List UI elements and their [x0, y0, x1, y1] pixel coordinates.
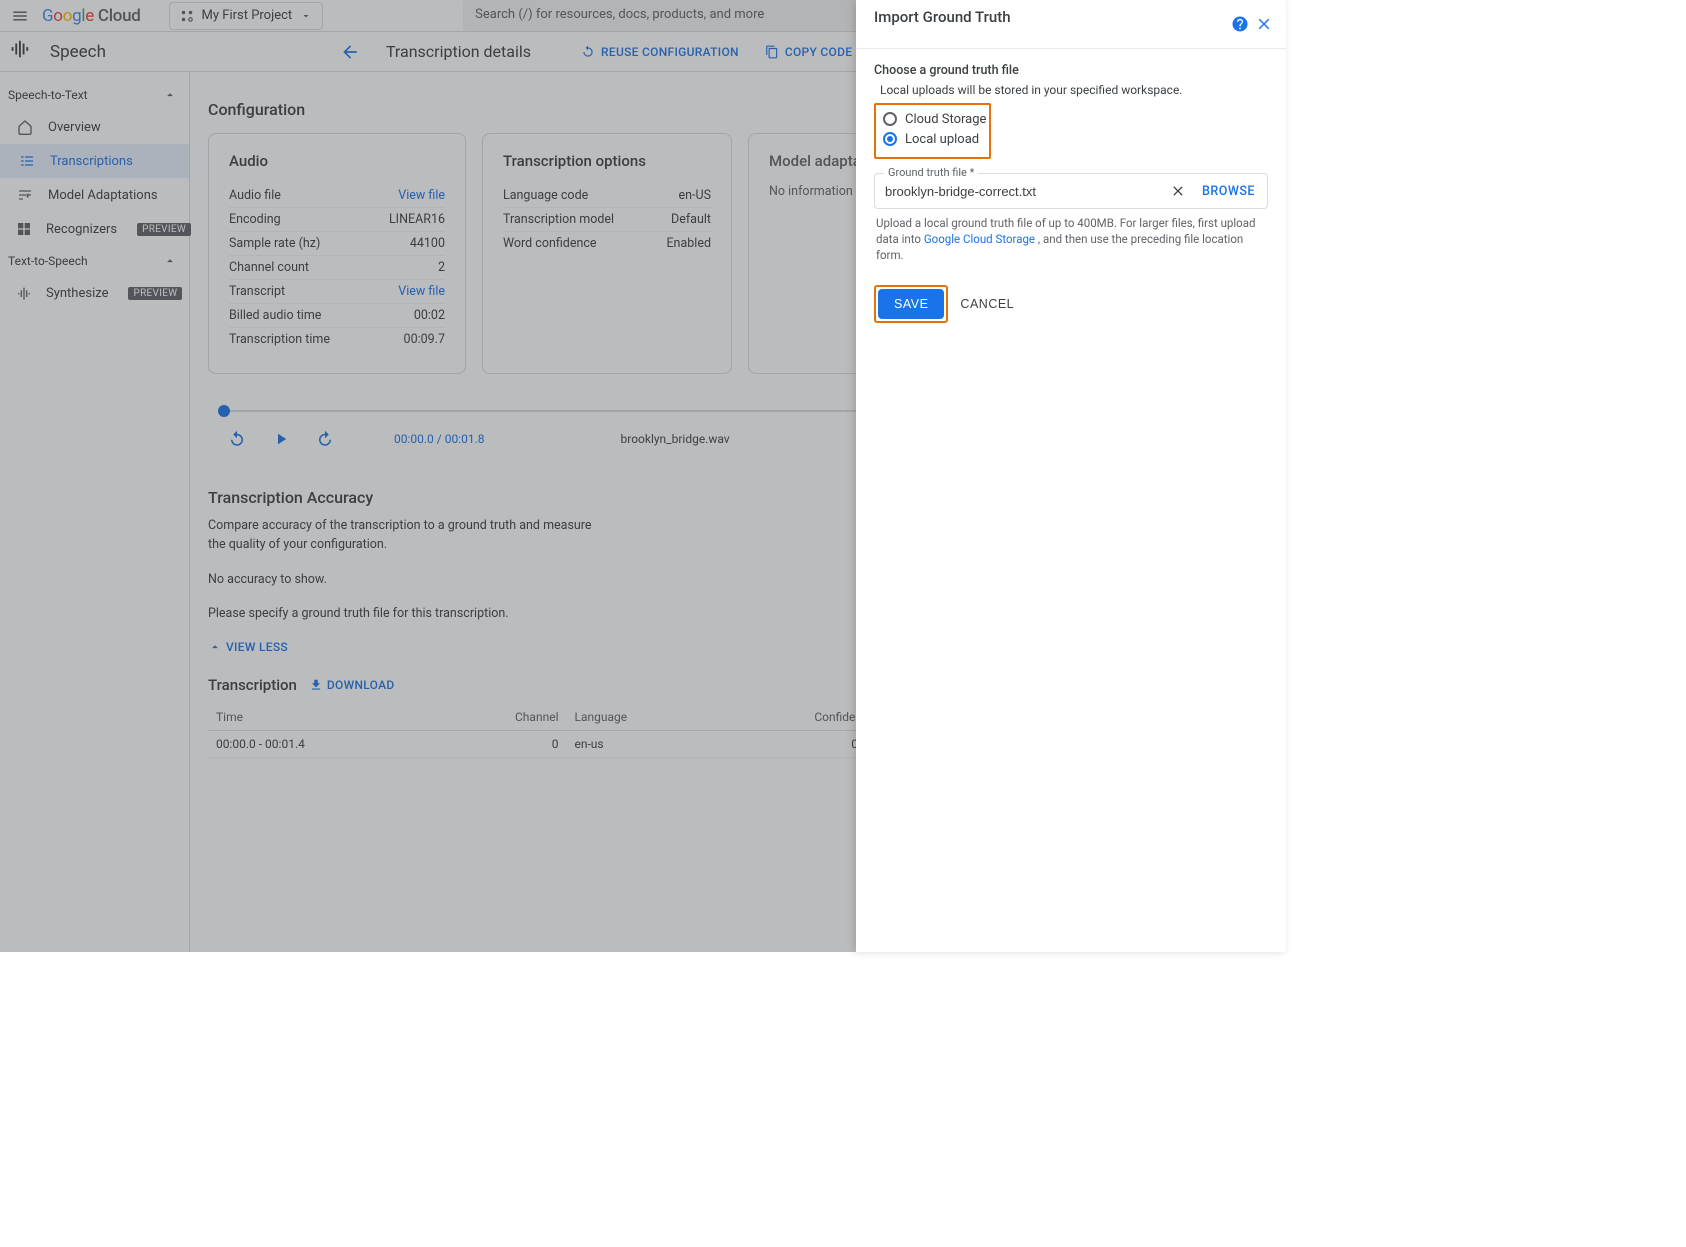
radio-icon — [883, 132, 897, 146]
helper-text: Upload a local ground truth file of up t… — [876, 215, 1266, 263]
choose-label: Choose a ground truth file — [874, 63, 1268, 78]
radio-cloud-storage[interactable]: Cloud Storage — [883, 109, 986, 129]
annotation-highlight: SAVE — [874, 285, 948, 323]
choose-hint: Local uploads will be stored in your spe… — [880, 83, 1268, 97]
import-ground-truth-panel: Import Ground Truth Choose a ground trut… — [856, 0, 1286, 952]
cancel-button[interactable]: CANCEL — [960, 297, 1014, 311]
ground-truth-file-input[interactable] — [885, 184, 1160, 199]
radio-icon — [883, 112, 897, 126]
gcs-link[interactable]: Google Cloud Storage — [924, 232, 1038, 246]
close-icon[interactable] — [1252, 12, 1276, 36]
field-label: Ground truth file * — [884, 166, 978, 179]
help-icon[interactable] — [1228, 12, 1252, 36]
browse-button[interactable]: BROWSE — [1196, 184, 1261, 199]
panel-title: Import Ground Truth — [874, 8, 1228, 26]
save-button[interactable]: SAVE — [878, 289, 944, 319]
clear-icon[interactable] — [1166, 179, 1190, 203]
annotation-highlight: Cloud Storage Local upload — [874, 103, 991, 159]
radio-local-upload[interactable]: Local upload — [883, 129, 986, 149]
